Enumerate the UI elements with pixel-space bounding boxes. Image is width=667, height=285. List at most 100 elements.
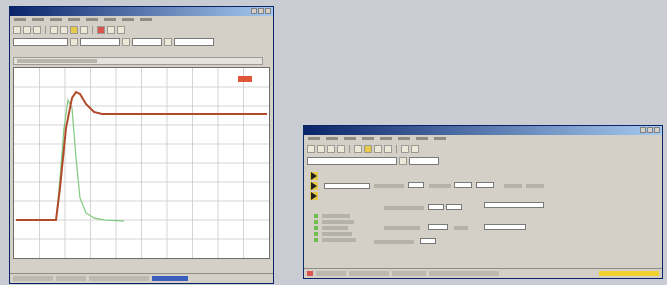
row-label <box>374 240 414 244</box>
status-bar <box>304 268 662 278</box>
menu-item[interactable] <box>122 18 134 21</box>
toolbar-separator <box>45 26 46 34</box>
toolbar-button[interactable] <box>307 145 315 153</box>
row-label <box>322 214 350 218</box>
menu-item[interactable] <box>362 137 374 140</box>
title-bar[interactable] <box>304 126 662 135</box>
status-indicator <box>314 238 318 242</box>
toolbar-separator <box>396 145 397 153</box>
toolbar-button[interactable] <box>327 145 335 153</box>
stop-button[interactable] <box>97 26 105 34</box>
minimize-button[interactable] <box>251 8 257 14</box>
row-label <box>526 184 544 188</box>
status-cell <box>349 271 389 276</box>
value-field[interactable] <box>174 38 214 46</box>
toolbar-button[interactable] <box>354 145 362 153</box>
value-field[interactable] <box>476 182 494 188</box>
toolbar-secondary <box>10 36 273 48</box>
app-window-right <box>303 125 663 279</box>
toolbar-button[interactable] <box>401 145 409 153</box>
toolbar-button[interactable] <box>33 26 41 34</box>
value-field[interactable] <box>420 238 436 244</box>
module-selector[interactable] <box>324 183 370 189</box>
path-field[interactable] <box>13 38 68 46</box>
minimize-button[interactable] <box>640 127 646 133</box>
plot-header-label <box>17 59 97 63</box>
toolbar-button[interactable] <box>70 26 78 34</box>
arrow-right-icon[interactable] <box>311 192 317 200</box>
menu-item[interactable] <box>344 137 356 140</box>
value-field[interactable] <box>428 204 444 210</box>
menu-item[interactable] <box>398 137 410 140</box>
trend-plot <box>13 67 270 259</box>
menu-item[interactable] <box>380 137 392 140</box>
status-cell <box>392 271 426 276</box>
menu-item[interactable] <box>140 18 152 21</box>
row-label <box>322 238 356 242</box>
menu-item[interactable] <box>68 18 80 21</box>
path-field[interactable] <box>307 157 397 165</box>
menu-item[interactable] <box>14 18 26 21</box>
toolbar-secondary <box>304 155 662 167</box>
plot-header <box>13 57 263 65</box>
toolbar-button[interactable] <box>317 145 325 153</box>
status-indicator <box>314 226 318 230</box>
row-label <box>454 226 468 230</box>
toolbar-button[interactable] <box>364 145 372 153</box>
plot-marker <box>238 76 252 82</box>
row-label <box>384 206 424 210</box>
status-indicator <box>314 232 318 236</box>
maximize-button[interactable] <box>258 8 264 14</box>
dropdown-field[interactable] <box>484 224 526 230</box>
row-label <box>429 184 451 188</box>
toolbar-button[interactable] <box>384 145 392 153</box>
menu-item[interactable] <box>326 137 338 140</box>
menu-item[interactable] <box>416 137 428 140</box>
toolbar-button[interactable] <box>374 145 382 153</box>
toolbar-button[interactable] <box>411 145 419 153</box>
toolbar-button[interactable] <box>50 26 58 34</box>
value-field[interactable] <box>409 157 439 165</box>
close-button[interactable] <box>654 127 660 133</box>
toolbar-button[interactable] <box>164 38 172 46</box>
title-bar[interactable] <box>10 7 273 16</box>
toolbar-button[interactable] <box>122 38 130 46</box>
toolbar-button[interactable] <box>80 26 88 34</box>
menu-item[interactable] <box>32 18 44 21</box>
trend-chart-svg <box>14 68 269 258</box>
value-field[interactable] <box>454 182 472 188</box>
toolbar-button[interactable] <box>60 26 68 34</box>
close-button[interactable] <box>265 8 271 14</box>
toolbar-button[interactable] <box>117 26 125 34</box>
menu-item[interactable] <box>104 18 116 21</box>
value-field[interactable] <box>446 204 462 210</box>
toolbar-button[interactable] <box>13 26 21 34</box>
arrow-right-icon[interactable] <box>311 182 317 190</box>
menu-item[interactable] <box>308 137 320 140</box>
app-window-left <box>9 6 274 284</box>
value-field[interactable] <box>80 38 120 46</box>
value-field[interactable] <box>428 224 448 230</box>
menu-item[interactable] <box>50 18 62 21</box>
toolbar-button[interactable] <box>23 26 31 34</box>
status-cell-highlight <box>599 271 659 276</box>
row-label <box>322 226 348 230</box>
dropdown-field[interactable] <box>484 202 544 208</box>
toolbar-button[interactable] <box>337 145 345 153</box>
value-field[interactable] <box>408 182 424 188</box>
row-label <box>322 220 354 224</box>
status-indicator <box>314 214 318 218</box>
toolbar-main <box>304 143 662 155</box>
menu-item[interactable] <box>86 18 98 21</box>
menu-bar <box>304 135 662 143</box>
value-field[interactable] <box>132 38 162 46</box>
status-cell-red <box>307 271 313 276</box>
row-label <box>322 232 352 236</box>
toolbar-button[interactable] <box>399 157 407 165</box>
menu-item[interactable] <box>434 137 446 140</box>
arrow-right-icon[interactable] <box>311 172 317 180</box>
toolbar-button[interactable] <box>107 26 115 34</box>
status-cell-highlight <box>152 276 188 281</box>
toolbar-button[interactable] <box>70 38 78 46</box>
maximize-button[interactable] <box>647 127 653 133</box>
